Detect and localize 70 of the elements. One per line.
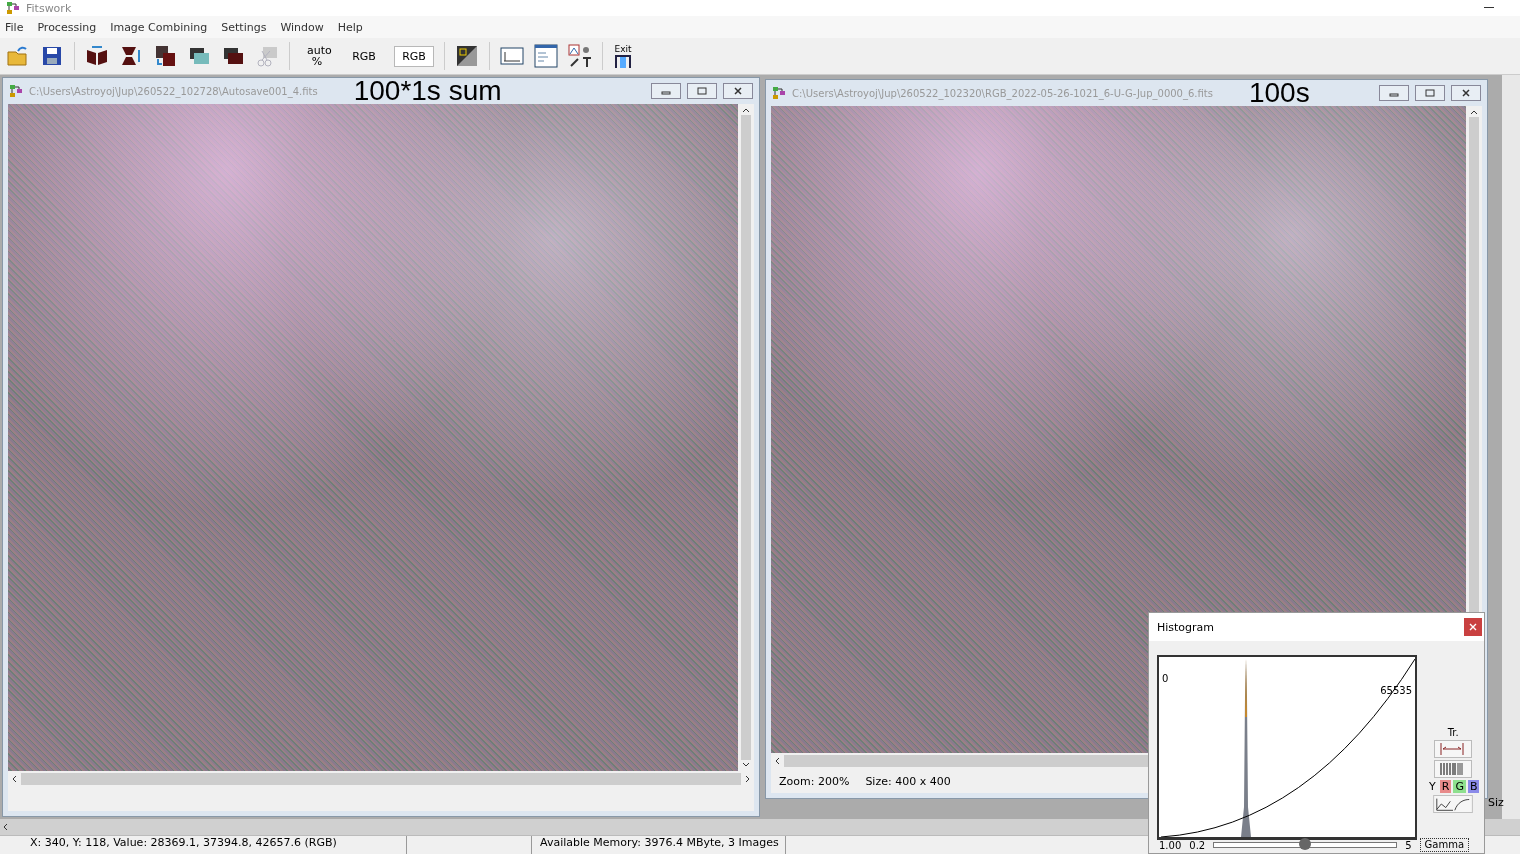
scroll-right-icon[interactable] <box>745 775 750 783</box>
close-icon <box>1461 88 1471 98</box>
scroll-up-icon[interactable] <box>742 108 750 113</box>
close-icon <box>1469 623 1477 631</box>
status-text: Size: 400 x 400 <box>865 774 951 788</box>
channel-button[interactable]: Y <box>1427 780 1438 793</box>
channel-button[interactable]: B <box>1467 780 1480 793</box>
histogram-window-icon[interactable] <box>500 44 524 68</box>
gamma-value: 1.00 <box>1159 839 1182 851</box>
gamma-button[interactable]: Gamma <box>1419 838 1470 852</box>
minimize-icon[interactable] <box>1484 7 1494 9</box>
close-button[interactable] <box>723 83 753 99</box>
rotate-image-icon[interactable] <box>153 44 177 68</box>
vertical-scrollbar[interactable] <box>1502 75 1520 819</box>
image-text-tool-icon[interactable] <box>568 44 592 68</box>
rgb-button[interactable]: RGB <box>344 45 384 67</box>
image-levels-icon[interactable] <box>455 44 479 68</box>
flip-horizontal-icon[interactable] <box>85 44 109 68</box>
annotation-text: 100s <box>1248 80 1310 106</box>
maximize-icon <box>697 86 707 96</box>
menu-item[interactable]: Window <box>280 20 324 34</box>
annotation-text: 100*1s sum <box>353 78 502 104</box>
maximize-icon <box>1425 88 1435 98</box>
menu-item[interactable]: Image Combining <box>110 20 208 34</box>
list-window-icon[interactable] <box>534 44 558 68</box>
slider-min-label: 0.2 <box>1189 839 1206 851</box>
tr-label: Tr. <box>1447 727 1459 738</box>
axis-label: 65535 <box>1380 685 1412 696</box>
maximize-button[interactable] <box>1415 85 1445 101</box>
axis-label: 0 <box>1162 673 1169 684</box>
scroll-left-icon[interactable] <box>12 775 17 783</box>
panel-label: Siz <box>1488 796 1504 809</box>
maximize-button[interactable] <box>687 83 717 99</box>
gamma-slider-thumb[interactable] <box>1299 838 1312 850</box>
close-button[interactable] <box>1451 85 1481 101</box>
open-folder-icon[interactable] <box>6 44 30 68</box>
minimize-button[interactable] <box>651 83 681 99</box>
file-path: C:\Users\Astroyoj\Jup\260522_102320\RGB_2022-05-26-1021_6-U-G-Jup_0000_6.fits <box>792 87 1213 99</box>
flip-vertical-icon[interactable] <box>119 44 143 68</box>
slider-max-label: 5 <box>1405 839 1412 851</box>
auto-percent-button[interactable]: auto % <box>300 40 334 72</box>
app-logo-icon <box>6 1 20 15</box>
rgb-button[interactable]: RGB <box>394 45 434 67</box>
scroll-left-icon[interactable] <box>3 823 8 831</box>
file-path: C:\Users\Astroyoj\Jup\260522_102728\Autosave001_4.fits <box>29 85 318 97</box>
stretch-tool-button[interactable] <box>1434 760 1473 778</box>
status-panel: Available Memory: 3976.4 MByte, 3 Images <box>534 836 786 854</box>
door-icon <box>613 54 633 68</box>
save-icon[interactable] <box>40 44 64 68</box>
channel-button[interactable]: R <box>1439 780 1452 793</box>
menu-item[interactable]: File <box>5 20 24 34</box>
exit-button[interactable]: Exit <box>613 44 633 68</box>
minimize-button[interactable] <box>1379 85 1409 101</box>
scroll-left-icon[interactable] <box>775 757 780 765</box>
menu-item[interactable]: Settings <box>221 20 267 34</box>
window-title: Fitswork <box>26 1 72 15</box>
scroll-up-icon[interactable] <box>1470 110 1478 115</box>
histogram-title: Histogram <box>1157 620 1215 634</box>
close-button[interactable] <box>1464 618 1482 636</box>
curve-tool-button[interactable] <box>1433 795 1474 813</box>
channel-button[interactable]: G <box>1453 780 1466 793</box>
menu-item[interactable]: Processing <box>37 20 97 34</box>
status-text: Zoom: 200% <box>779 774 850 788</box>
range-tool-button[interactable] <box>1434 740 1473 758</box>
document-icon <box>772 86 786 100</box>
status-panel: X: 340, Y: 118, Value: 28369.1, 37394.8, 42657.6 (RGB) <box>0 836 407 854</box>
menu-item[interactable]: Help <box>337 20 363 34</box>
scroll-down-icon[interactable] <box>742 762 750 767</box>
close-icon <box>733 86 743 96</box>
document-icon <box>9 84 23 98</box>
